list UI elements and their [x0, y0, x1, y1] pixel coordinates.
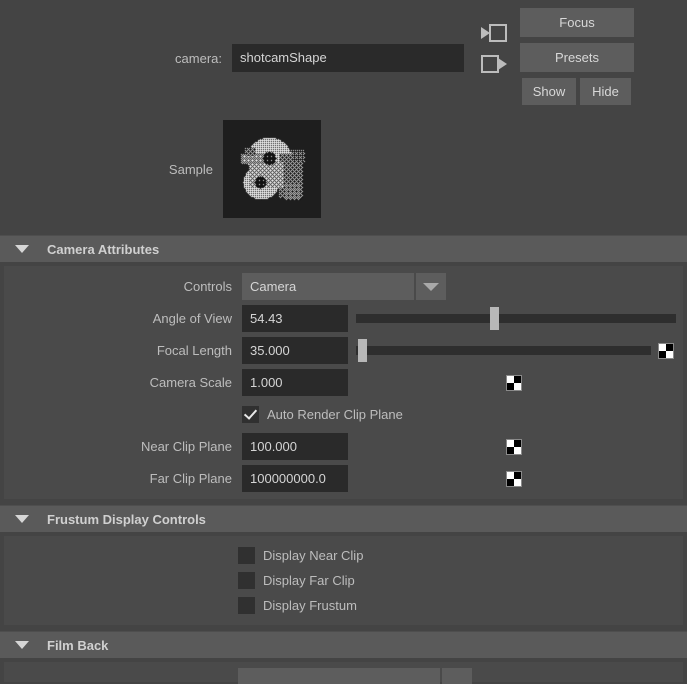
film-back-dropdown-value[interactable] [238, 668, 440, 684]
chevron-down-icon [15, 515, 29, 523]
film-back-body [4, 662, 683, 682]
focus-button[interactable]: Focus [520, 8, 634, 37]
display-frustum-row: Display Frustum [4, 593, 683, 618]
slider-thumb[interactable] [490, 307, 499, 330]
near-clip-plane-label: Near Clip Plane [4, 439, 242, 454]
controls-row: Controls Camera [4, 273, 683, 300]
controls-dropdown-button[interactable] [416, 273, 446, 300]
controls-dropdown[interactable]: Camera [242, 273, 446, 300]
film-back-dropdown-button[interactable] [442, 668, 472, 684]
section-title-film-back: Film Back [47, 638, 108, 653]
display-frustum-checkbox[interactable] [238, 597, 255, 614]
angle-of-view-slider[interactable] [356, 305, 676, 332]
auto-render-clip-plane-checkbox[interactable] [242, 406, 259, 423]
display-near-clip-checkbox[interactable] [238, 547, 255, 564]
display-near-clip-label: Display Near Clip [263, 548, 363, 563]
section-title-camera-attributes: Camera Attributes [47, 242, 159, 257]
slider-track [356, 346, 651, 355]
arrow-into-box-icon[interactable] [481, 22, 507, 44]
near-clip-plane-row: Near Clip Plane [4, 433, 683, 460]
section-header-frustum-display-controls[interactable]: Frustum Display Controls [0, 505, 687, 532]
auto-render-clip-plane-row: Auto Render Clip Plane [4, 401, 683, 428]
camera-name-row: camera: [0, 44, 470, 72]
display-far-clip-label: Display Far Clip [263, 573, 355, 588]
near-clip-plane-keyframe-icon[interactable] [506, 439, 522, 455]
angle-of-view-row: Angle of View [4, 305, 683, 332]
focal-length-keyframe-icon[interactable] [658, 343, 674, 359]
focal-length-row: Focal Length [4, 337, 683, 364]
focal-length-slider[interactable] [356, 337, 651, 364]
frustum-display-body: Display Near Clip Display Far Clip Displ… [4, 536, 683, 625]
angle-of-view-input[interactable] [242, 305, 348, 332]
display-far-clip-checkbox[interactable] [238, 572, 255, 589]
show-button[interactable]: Show [522, 78, 576, 105]
display-frustum-label: Display Frustum [263, 598, 357, 613]
section-title-frustum-display-controls: Frustum Display Controls [47, 512, 206, 527]
far-clip-plane-label: Far Clip Plane [4, 471, 242, 486]
camera-attributes-body: Controls Camera Angle of View Focal Leng… [4, 266, 683, 499]
display-near-clip-row: Display Near Clip [4, 543, 683, 568]
controls-dropdown-value[interactable]: Camera [242, 273, 414, 300]
auto-render-clip-plane-label: Auto Render Clip Plane [267, 407, 403, 422]
chevron-down-icon [423, 283, 439, 291]
focal-length-label: Focal Length [4, 343, 242, 358]
far-clip-plane-keyframe-icon[interactable] [506, 471, 522, 487]
selection-io-icons [481, 22, 511, 84]
sample-thumbnail[interactable] [223, 120, 321, 218]
camera-scale-keyframe-icon[interactable] [506, 375, 522, 391]
camera-scale-label: Camera Scale [4, 375, 242, 390]
chevron-down-icon [15, 641, 29, 649]
controls-label: Controls [4, 279, 242, 294]
presets-button[interactable]: Presets [520, 43, 634, 72]
camera-scale-input[interactable] [242, 369, 348, 396]
sample-row: Sample [0, 120, 470, 220]
sample-label: Sample [0, 120, 223, 220]
sample-thumbnail-image [223, 120, 321, 218]
slider-track [356, 314, 676, 323]
display-far-clip-row: Display Far Clip [4, 568, 683, 593]
chevron-down-icon [15, 245, 29, 253]
camera-header-area: camera: Focus Presets Show Hide Sample [0, 0, 687, 235]
hide-button[interactable]: Hide [580, 78, 631, 105]
near-clip-plane-input[interactable] [242, 433, 348, 460]
far-clip-plane-row: Far Clip Plane [4, 465, 683, 492]
far-clip-plane-input[interactable] [242, 465, 348, 492]
camera-label: camera: [0, 51, 232, 66]
slider-thumb[interactable] [358, 339, 367, 362]
camera-name-input[interactable] [232, 44, 464, 72]
focal-length-input[interactable] [242, 337, 348, 364]
arrow-out-of-box-icon[interactable] [481, 53, 507, 75]
section-header-camera-attributes[interactable]: Camera Attributes [0, 235, 687, 262]
section-header-film-back[interactable]: Film Back [0, 631, 687, 658]
angle-of-view-label: Angle of View [4, 311, 242, 326]
camera-scale-row: Camera Scale [4, 369, 683, 396]
